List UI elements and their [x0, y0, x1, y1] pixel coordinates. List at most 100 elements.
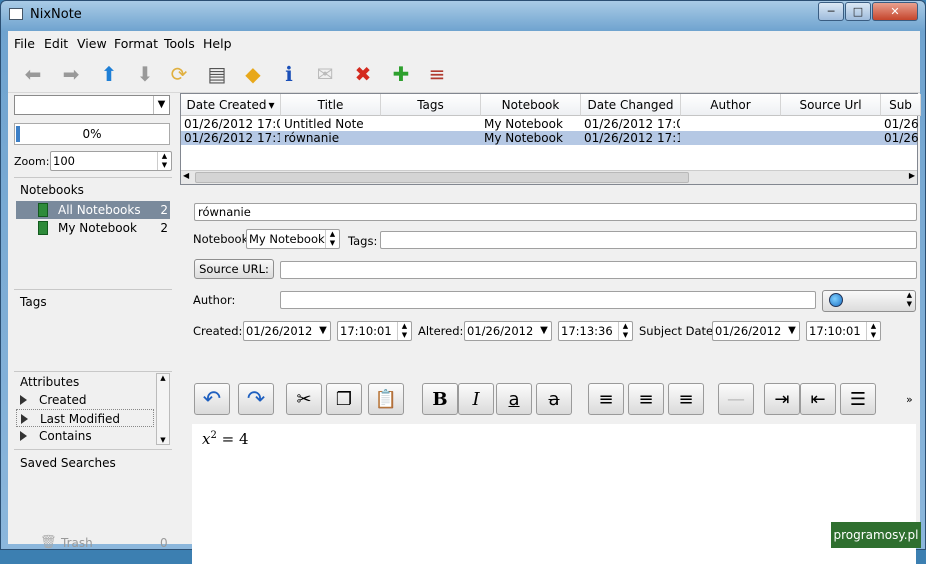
trash-label[interactable]: Trash [61, 536, 93, 550]
sync-icon-button[interactable]: ⟳ [166, 61, 192, 87]
altered-time-spinner[interactable]: 17:13:36 ▲ ▼ [558, 321, 633, 341]
chevron-down-icon[interactable]: ▼ [153, 96, 169, 114]
attribute-item[interactable]: Created [16, 391, 154, 409]
bullet-list-button[interactable]: ☰ [840, 383, 876, 415]
align-left-button[interactable]: ≡ [588, 383, 624, 415]
search-combo[interactable]: ▼ [14, 95, 170, 115]
back-icon-button[interactable]: ⬅ [20, 61, 46, 87]
altered-date-picker[interactable]: 01/26/2012 ▼ [464, 321, 552, 341]
table-cell: My Notebook [484, 131, 563, 145]
note-title-input[interactable]: równanie [194, 203, 917, 221]
maximize-button[interactable]: □ [845, 2, 871, 21]
subject-time-spinner[interactable]: 17:10:01 ▲ ▼ [806, 321, 881, 341]
forward-icon-button[interactable]: ➡ [58, 61, 84, 87]
info-icon-button[interactable]: ℹ [276, 61, 302, 87]
underline-button[interactable]: a [496, 383, 532, 415]
delete-icon-button[interactable]: ✖ [350, 61, 376, 87]
copy-button[interactable]: ❐ [326, 383, 362, 415]
notebook-item[interactable]: My Notebook 2 [16, 219, 170, 237]
redo-button[interactable]: ↷ [238, 383, 274, 415]
menu-file[interactable]: File [14, 36, 35, 51]
column-header[interactable]: Author [681, 94, 781, 116]
bold-button[interactable]: B [422, 383, 458, 415]
altered-time-value: 17:13:36 [561, 324, 613, 338]
spin-arrows-icon[interactable]: ▲ ▼ [866, 322, 880, 340]
chevron-down-icon[interactable]: ▼ [316, 322, 330, 340]
source-url-button[interactable]: Source URL: [194, 259, 274, 279]
note-editor[interactable]: x2 = 4 [192, 424, 916, 564]
scroll-down-icon[interactable]: ▼ [157, 436, 169, 444]
sort-descending-icon[interactable]: ▾ [268, 98, 274, 112]
close-button[interactable]: ✕ [872, 2, 918, 21]
indent-button[interactable]: ⇥ [764, 383, 800, 415]
app-window: NixNote ─ □ ✕ File Edit View Format Tool… [0, 0, 926, 564]
column-header[interactable]: Notebook [481, 94, 581, 116]
notebook-item[interactable]: All Notebooks 2 [16, 201, 170, 219]
attributes-scrollbar[interactable]: ▲ ▼ [156, 373, 170, 445]
expand-arrow-icon[interactable] [20, 395, 27, 405]
paste-button[interactable]: 📋 [368, 383, 404, 415]
column-header[interactable]: Date Changed [581, 94, 681, 116]
column-header[interactable]: Source Url [781, 94, 881, 116]
tag-icon-button[interactable]: ◆ [240, 61, 266, 87]
attribute-item[interactable]: Contains [16, 427, 154, 445]
expand-arrow-icon[interactable] [20, 431, 27, 441]
created-time-spinner[interactable]: 17:10:01 ▲ ▼ [337, 321, 412, 341]
subject-date-picker[interactable]: 01/26/2012 ▼ [712, 321, 800, 341]
column-header[interactable]: Tags [381, 94, 481, 116]
menu-tools[interactable]: Tools [164, 36, 195, 51]
align-center-button[interactable]: ≡ [628, 383, 664, 415]
menu-help[interactable]: Help [203, 36, 232, 51]
created-date-value: 01/26/2012 [246, 324, 313, 338]
scroll-up-icon[interactable]: ▲ [157, 374, 169, 382]
column-header-label: Sub [889, 98, 912, 112]
table-scrollbar[interactable]: ◀ ▶ [181, 170, 917, 184]
spin-arrows-icon[interactable]: ▲ ▼ [157, 152, 171, 170]
add-note-icon-button[interactable]: ✚ [388, 61, 414, 87]
menu-view[interactable]: View [77, 36, 107, 51]
spin-arrows-icon[interactable]: ▲ ▼ [618, 322, 632, 340]
globe-icon [829, 293, 843, 307]
created-date-picker[interactable]: 01/26/2012 ▼ [243, 321, 331, 341]
minimize-button[interactable]: ─ [818, 2, 844, 21]
geo-location-button[interactable]: ▲ ▼ [822, 290, 916, 312]
column-header[interactable]: Date Created ▾ [181, 94, 281, 116]
tags-input[interactable] [380, 231, 917, 249]
scroll-thumb[interactable] [195, 172, 689, 183]
up-icon-button[interactable]: ⬆ [96, 61, 122, 87]
attribute-label: Last Modified [40, 412, 121, 426]
spin-arrows-icon[interactable]: ▲ ▼ [397, 322, 411, 340]
undo-button[interactable]: ↶ [194, 383, 230, 415]
toolbar-overflow-icon[interactable]: » [906, 393, 913, 406]
source-url-input[interactable] [280, 261, 917, 279]
updown-icon[interactable]: ▲ ▼ [325, 230, 339, 248]
notebooks-icon-button[interactable]: ≡ [424, 61, 450, 87]
menu-format[interactable]: Format [114, 36, 158, 51]
attribute-item[interactable]: Last Modified [16, 409, 154, 427]
print-icon-button[interactable]: ▤ [204, 61, 230, 87]
down-icon-button[interactable]: ⬇ [132, 61, 158, 87]
strikethrough-button[interactable]: a [536, 383, 572, 415]
notebook-select[interactable]: My Notebook ▲ ▼ [246, 229, 340, 249]
email-icon-button[interactable]: ✉ [312, 61, 338, 87]
zoom-spinner[interactable]: 100 ▲ ▼ [50, 151, 172, 171]
menu-edit[interactable]: Edit [44, 36, 68, 51]
created-time-value: 17:10:01 [340, 324, 392, 338]
table-row[interactable]: 01/26/2012 17:0... Untitled Note My Notebo… [181, 117, 919, 131]
table-row[interactable]: 01/26/2012 17:1... równanie My Notebook 01/… [181, 131, 919, 145]
expand-arrow-icon[interactable] [21, 414, 28, 424]
horizontal-rule-button[interactable]: — [718, 383, 754, 415]
column-header[interactable]: Sub [881, 94, 921, 116]
tag-icon: ◆ [245, 62, 261, 86]
column-header[interactable]: Title [281, 94, 381, 116]
italic-button[interactable]: I [458, 383, 494, 415]
chevron-down-icon[interactable]: ▼ [537, 322, 551, 340]
scroll-left-icon[interactable]: ◀ [183, 171, 189, 180]
author-input[interactable] [280, 291, 816, 309]
align-right-button[interactable]: ≡ [668, 383, 704, 415]
chevron-down-icon[interactable]: ▼ [785, 322, 799, 340]
outdent-button[interactable]: ⇤ [800, 383, 836, 415]
scroll-right-icon[interactable]: ▶ [909, 171, 915, 180]
cut-button[interactable]: ✂ [286, 383, 322, 415]
main-toolbar: ⬅ ➡ ⬆ ⬇ ⟳ ▤ ◆ ℹ ✉ ✖ ✚ ≡ [8, 55, 920, 93]
